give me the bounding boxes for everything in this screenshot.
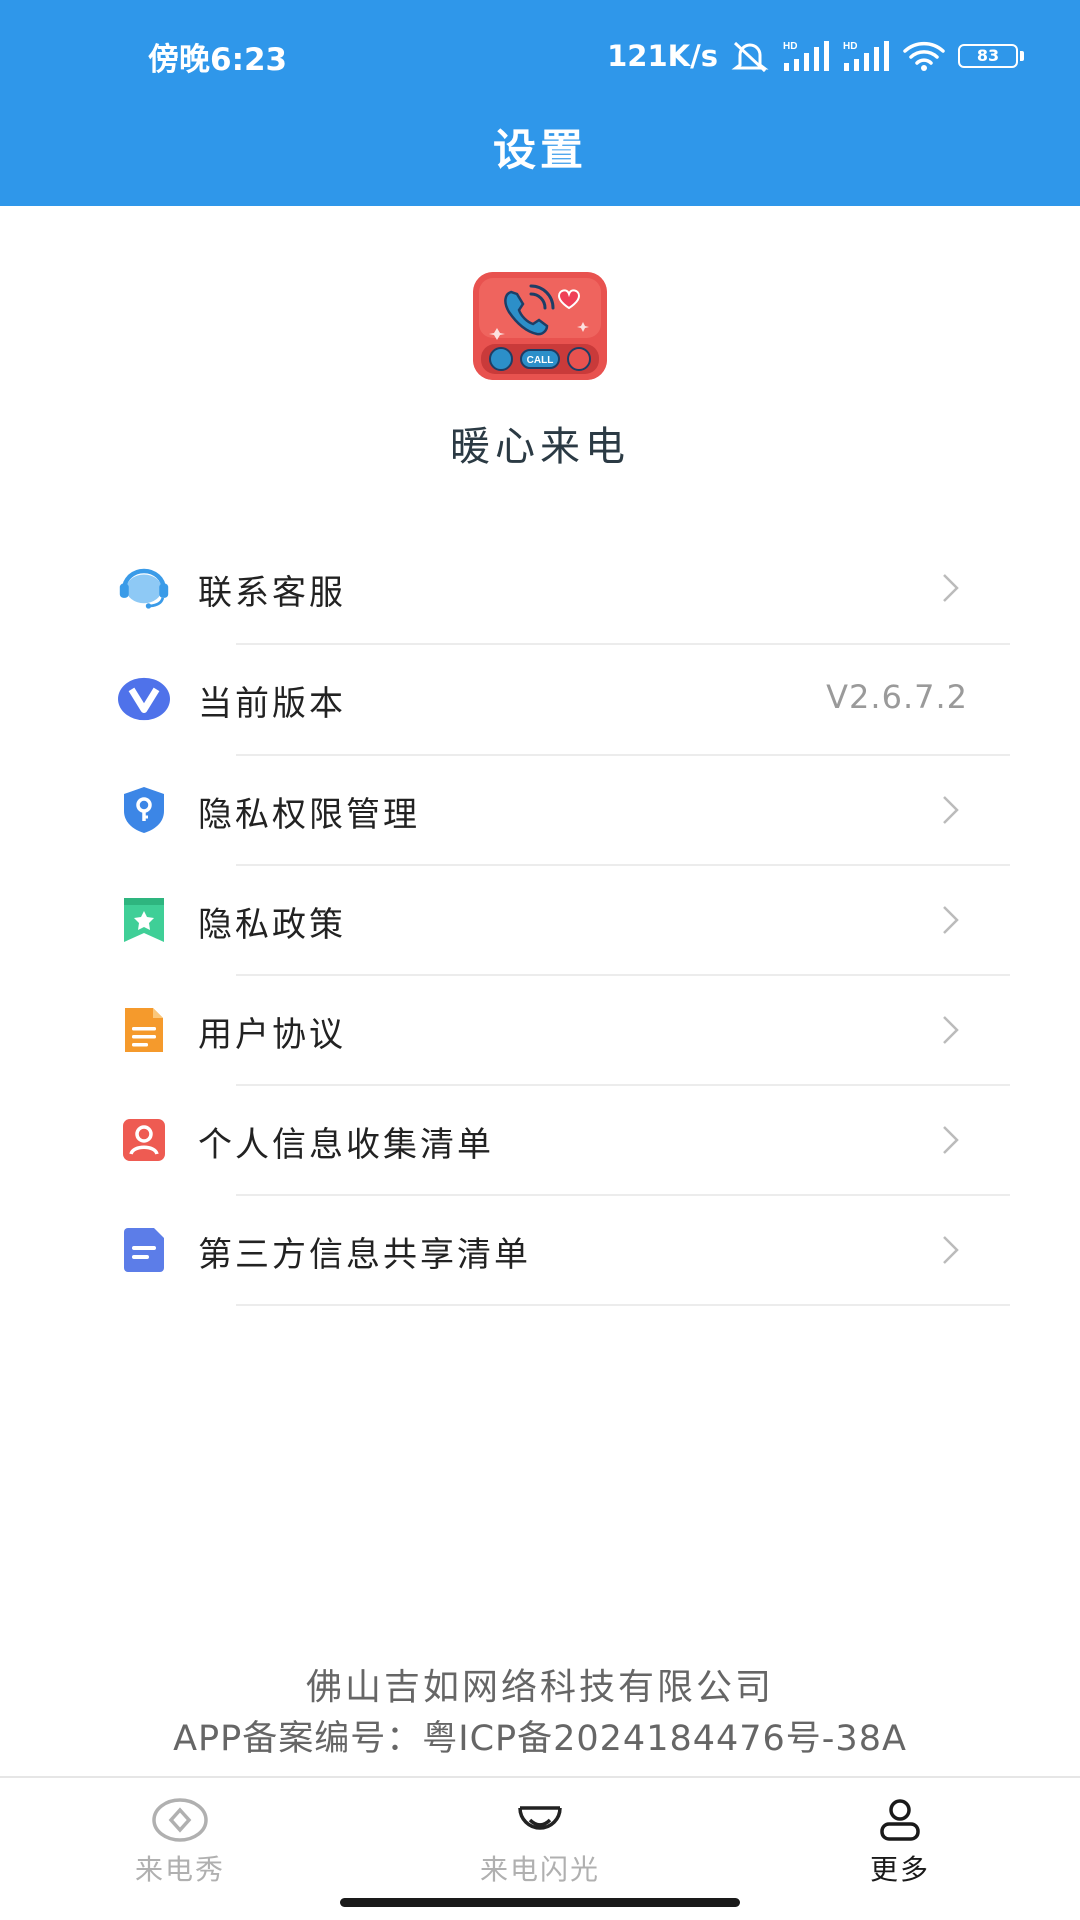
chevron-right-icon <box>943 1236 959 1264</box>
tab-label-caller-flash: 来电闪光 <box>479 1853 600 1886</box>
status-time: 傍晚6:23 <box>148 42 288 78</box>
bookmark-star-icon <box>118 894 170 946</box>
battery-level: 83 <box>958 44 1018 68</box>
person-card-icon <box>118 1114 170 1166</box>
tab-label-more: 更多 <box>869 1853 930 1886</box>
chevron-right-icon <box>943 574 959 602</box>
tab-more[interactable]: 更多 <box>800 1796 1000 1896</box>
menu-label-privacy-permissions: 隐私权限管理 <box>198 795 420 835</box>
signal-hd-label: HD <box>783 41 797 52</box>
shield-key-icon <box>118 784 170 836</box>
menu-item-privacy-policy[interactable]: 隐私政策 <box>0 865 1080 975</box>
net-speed: 121K/s <box>607 39 718 73</box>
page-title: 设置 <box>493 126 587 176</box>
app-logo: CALL <box>473 272 607 380</box>
footer-company: 佛山吉如网络科技有限公司 <box>305 1667 774 1708</box>
chevron-right-icon <box>943 796 959 824</box>
menu-label-privacy-policy: 隐私政策 <box>198 905 346 945</box>
footer-icp: APP备案编号：粤ICP备2024184476号-38A <box>173 1719 907 1759</box>
version-v-icon <box>118 673 170 725</box>
menu-item-version[interactable]: 当前版本 V2.6.7.2 <box>0 644 1080 754</box>
chevron-right-icon <box>943 1016 959 1044</box>
tab-caller-show[interactable]: 来电秀 <box>80 1796 280 1896</box>
tab-label-caller-show: 来电秀 <box>134 1853 225 1886</box>
person-icon <box>870 1796 930 1844</box>
divider <box>236 1304 1010 1306</box>
chevron-right-icon <box>943 906 959 934</box>
logo-call-text: CALL <box>527 355 554 366</box>
home-indicator[interactable] <box>340 1898 740 1907</box>
menu-item-third-party-share-list[interactable]: 第三方信息共享清单 <box>0 1195 1080 1305</box>
menu-label-third-party-share-list: 第三方信息共享清单 <box>198 1235 531 1275</box>
menu-item-personal-info-list[interactable]: 个人信息收集清单 <box>0 1085 1080 1195</box>
list-doc-icon <box>118 1224 170 1276</box>
app-name: 暖心来电 <box>450 424 630 470</box>
menu-item-user-agreement[interactable]: 用户协议 <box>0 975 1080 1085</box>
signal-hd-label-2: HD <box>843 41 857 52</box>
diamond-circle-icon <box>150 1796 210 1844</box>
chevron-right-icon <box>943 1126 959 1154</box>
menu-item-customer-service[interactable]: 联系客服 <box>0 533 1080 643</box>
version-value: V2.6.7.2 <box>826 678 968 716</box>
smile-face-icon <box>510 1796 570 1844</box>
tab-caller-flash[interactable]: 来电闪光 <box>440 1796 640 1896</box>
cell-signal-icon-2: HD <box>842 39 890 73</box>
cell-signal-icon: HD <box>782 39 830 73</box>
bell-muted-icon <box>730 39 770 73</box>
battery-icon: 83 <box>958 44 1024 68</box>
headset-icon <box>118 562 170 614</box>
menu-label-user-agreement: 用户协议 <box>198 1015 346 1055</box>
wifi-icon <box>902 40 946 72</box>
app-header: 傍晚6:23 121K/s HD HD 83 设置 <box>0 0 1080 206</box>
menu-label-personal-info-list: 个人信息收集清单 <box>198 1125 494 1165</box>
document-icon <box>118 1004 170 1056</box>
menu-label-version: 当前版本 <box>198 684 346 724</box>
menu-label-customer-service: 联系客服 <box>198 573 346 613</box>
status-bar-right: 121K/s HD HD 83 <box>607 36 1024 76</box>
menu-item-privacy-permissions[interactable]: 隐私权限管理 <box>0 755 1080 865</box>
